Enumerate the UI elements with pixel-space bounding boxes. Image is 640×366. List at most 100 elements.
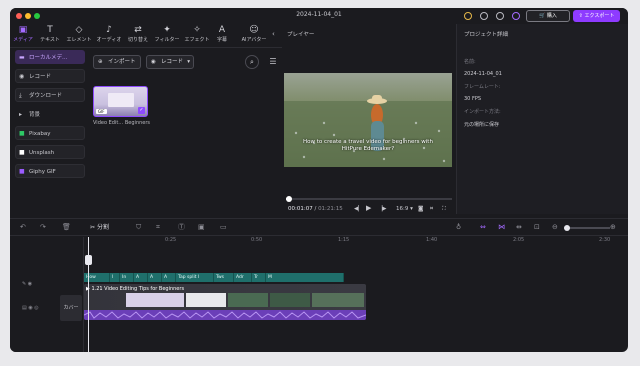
seek-bar[interactable] <box>286 196 452 202</box>
playhead[interactable] <box>85 237 92 352</box>
prev-frame-icon[interactable]: ◀▏ <box>354 206 362 212</box>
delete-icon[interactable]: 🗑 <box>62 223 71 232</box>
total-time: 01:21:15 <box>318 206 343 212</box>
unsplash-icon: ■ <box>19 149 25 156</box>
video-clip-title-text: 1.21 Video Editing Tips for Beginners <box>91 286 185 292</box>
redo-icon[interactable]: ↷ <box>40 223 46 232</box>
seek-handle[interactable] <box>286 196 293 202</box>
text-clip[interactable]: In <box>120 273 134 282</box>
video-track-controls[interactable]: ▤ ◉ ◎ <box>22 305 39 311</box>
sidebar-item-pixabay[interactable]: ■ Pixabay <box>15 126 85 140</box>
crop-icon[interactable]: ⌗ <box>430 206 433 213</box>
text-tool-icon[interactable]: Ⓣ <box>178 223 185 232</box>
shield-icon[interactable]: ⛉ <box>136 223 141 232</box>
cover-button[interactable]: カバー <box>60 295 82 321</box>
text-clip-label: A <box>164 275 168 280</box>
magnet-icon[interactable]: ⋈ <box>498 223 505 232</box>
subtitle-icon: A <box>218 25 226 35</box>
marker-icon[interactable]: ⊡ <box>534 223 540 232</box>
playhead-handle[interactable] <box>85 255 92 265</box>
caption-tool-icon[interactable]: ▭ <box>220 223 227 232</box>
text-clip-label: Tws <box>216 275 225 280</box>
sidebar-item-unsplash[interactable]: ■ Unsplash <box>15 145 85 159</box>
gift-icon[interactable] <box>464 12 472 20</box>
record-icon: ◉ <box>151 59 156 65</box>
media-panel: ⊕ インポート ◉ レコード ▾ ⌕ ☰ GIF ✓ Video Edit… Begi… <box>90 50 282 215</box>
text-icon: T <box>47 25 53 35</box>
buy-button[interactable]: 🛒 購入 <box>526 10 570 22</box>
fit-icon[interactable]: ⇹ <box>516 223 522 232</box>
collapse-toolbar-icon[interactable]: ‹ <box>272 30 275 38</box>
pixabay-icon: ■ <box>19 130 25 137</box>
text-clip[interactable]: A <box>162 273 176 282</box>
play-icon[interactable]: ▶ <box>366 204 371 212</box>
timeline-toolbar: ↶ ↷ 🗑 ✂ 分割 ⛉ ⌗ Ⓣ ▣ ▭ ♁ ⇔ ⋈ ⇹ ⊡ ⊖ ⊕ <box>10 218 628 236</box>
sidebar-item-label: ローカルメデ… <box>29 55 68 61</box>
fullscreen-icon[interactable]: ⛶ <box>442 206 446 213</box>
text-clip[interactable]: Tr <box>252 273 266 282</box>
text-track-controls[interactable]: ✎ ◉ <box>22 281 32 287</box>
elements-icon: ◇ <box>75 25 83 35</box>
frame-thumb <box>270 293 310 307</box>
tab-effects[interactable]: ✧ エフェクト <box>183 25 211 43</box>
ruler-tick: 0:25 <box>165 237 177 243</box>
tab-filter[interactable]: ✦ フィルター <box>153 25 181 43</box>
chevron-down-icon: ▾ <box>187 59 190 65</box>
text-clip[interactable]: M <box>266 273 344 282</box>
subtitle-line-2: HitPure Edemaker? <box>341 146 395 152</box>
download-icon: ⤓ <box>19 92 22 99</box>
microphone-icon[interactable]: ♁ <box>456 223 461 232</box>
zoom-slider[interactable] <box>564 225 610 231</box>
text-clip[interactable]: A <box>148 273 162 282</box>
tab-elements[interactable]: ◇ エレメント <box>65 25 93 43</box>
sidebar-item-label: Pixabay <box>29 131 51 137</box>
project-details-panel: プロジェクト詳細 名前: 2024-11-04_01 フレームレート: 30 F… <box>456 24 628 214</box>
next-frame-icon[interactable]: ▕▶ <box>378 206 386 212</box>
feedback-icon[interactable] <box>480 12 488 20</box>
link-icon[interactable]: ⇔ <box>480 223 486 232</box>
frame-thumb <box>126 293 184 307</box>
tab-audio-label: オーディオ <box>96 37 122 43</box>
sidebar-item-download[interactable]: ⤓ ダウンロード <box>15 88 85 102</box>
text-clip[interactable]: Tap split l <box>176 273 214 282</box>
split-button[interactable]: ✂ 分割 <box>90 223 109 232</box>
sidebar-item-background[interactable]: ▸ 背景 <box>15 107 85 121</box>
text-clip[interactable]: A <box>134 273 148 282</box>
text-clip[interactable]: l <box>110 273 120 282</box>
tab-text[interactable]: T テキスト <box>38 25 62 43</box>
text-clip[interactable]: Adr <box>234 273 252 282</box>
tab-subtitle[interactable]: A 字幕 <box>215 25 229 43</box>
timeline-ruler: 0:25 0:50 1:15 1:40 2:05 2:30 <box>84 237 628 247</box>
media-thumbnail[interactable]: GIF ✓ <box>93 86 148 117</box>
zoom-out-icon[interactable]: ⊖ <box>552 223 558 232</box>
text-clip-label: Tr <box>254 275 258 280</box>
search-icon[interactable]: ⌕ <box>245 55 259 69</box>
text-clip[interactable]: Tws <box>214 273 234 282</box>
zoom-in-icon[interactable]: ⊕ <box>610 223 616 232</box>
tab-transition[interactable]: ⇄ 切り替え <box>125 25 151 43</box>
tab-media[interactable]: ▣ メディア <box>12 25 34 43</box>
crop-timeline-icon[interactable]: ⌗ <box>156 223 160 232</box>
zoom-handle[interactable] <box>564 225 570 231</box>
media-sidebar: ▬ ローカルメデ… ◉ レコード ⤓ ダウンロード ▸ 背景 ■ Pixabay ■ Uns… <box>15 50 85 183</box>
record-dropdown[interactable]: ◉ レコード ▾ <box>146 55 194 69</box>
sidebar-item-giphy[interactable]: ■ Giphy GIF <box>15 164 85 178</box>
filter-sort-icon[interactable]: ☰ <box>266 55 280 69</box>
text-clip-label: In <box>122 275 127 280</box>
account-icon[interactable] <box>512 12 520 20</box>
tab-ai-avatar[interactable]: ☺ AIアバター <box>239 25 269 43</box>
import-button[interactable]: ⊕ インポート <box>93 55 141 69</box>
export-button[interactable]: ⇪ エクスポート <box>573 10 620 22</box>
download-icon[interactable] <box>496 12 504 20</box>
text-clip-label: M <box>268 275 272 280</box>
ai-tool-icon[interactable]: ▣ <box>198 223 205 232</box>
snapshot-icon[interactable]: ◙ <box>418 206 423 212</box>
app-window: 2024-11-04_01 🛒 購入 ⇪ エクスポート ▣ メディア T テキスト … <box>10 8 628 352</box>
sidebar-item-label: レコード <box>29 74 52 80</box>
import-method-value: 元の場所に保存 <box>464 122 500 128</box>
sidebar-item-record[interactable]: ◉ レコード <box>15 69 85 83</box>
aspect-ratio-dropdown[interactable]: 16:9 ▾ <box>396 206 413 212</box>
sidebar-item-local-media[interactable]: ▬ ローカルメデ… <box>15 50 85 64</box>
undo-icon[interactable]: ↶ <box>20 223 26 232</box>
tab-audio[interactable]: ♪ オーディオ <box>95 25 123 43</box>
